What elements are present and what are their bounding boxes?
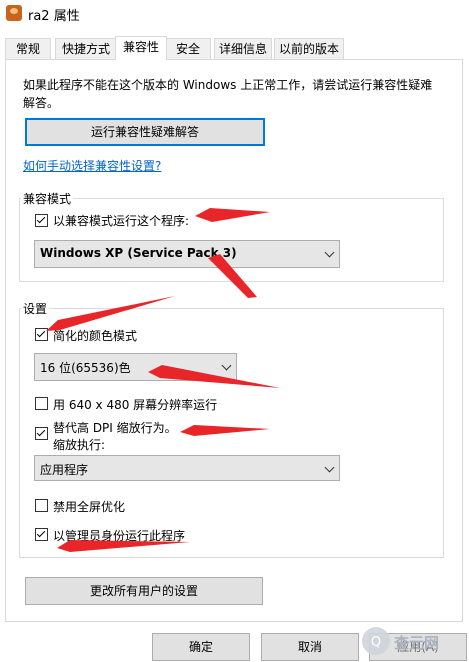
svg-text:Q: Q (371, 635, 381, 650)
watermark: Q 查元网 (358, 623, 458, 659)
change-all-users-button[interactable]: 更改所有用户的设置 (25, 577, 263, 605)
settings-group-label: 设置 (21, 300, 50, 317)
intro-text: 如果此程序不能在这个版本的 Windows 上正常工作，请尝试运行兼容性疑难解答… (23, 78, 433, 110)
dpi-override-checkbox[interactable] (35, 427, 48, 440)
compat-mode-group-label: 兼容模式 (21, 190, 74, 207)
cancel-button[interactable]: 取消 (261, 633, 359, 661)
window-title: ra2 属性 (28, 9, 80, 24)
color-mode-value: 16 位(65536)色 (40, 361, 131, 375)
dpi-override-label-line2: 缩放执行: (53, 438, 106, 452)
chevron-down-icon (221, 360, 232, 371)
chevron-down-icon (324, 247, 335, 258)
run-as-admin-checkbox[interactable] (35, 528, 48, 541)
chevron-down-icon (324, 462, 335, 473)
color-mode-select[interactable]: 16 位(65536)色 (34, 353, 237, 381)
disable-fullscreen-label: 禁用全屏优化 (53, 500, 126, 514)
tab-previous-versions[interactable]: 以前的版本 (274, 38, 344, 59)
manual-settings-link[interactable]: 如何手动选择兼容性设置? (23, 157, 161, 174)
res-640-label: 用 640 x 480 屏幕分辨率运行 (53, 398, 218, 412)
troubleshoot-button[interactable]: 运行兼容性疑难解答 (25, 118, 265, 146)
tab-compatibility[interactable]: 兼容性 (115, 36, 167, 60)
dpi-override-label-line1: 替代高 DPI 缩放行为。 (53, 421, 177, 435)
tab-shortcut[interactable]: 快捷方式 (55, 38, 117, 59)
app-icon (6, 5, 22, 21)
dpi-scaling-value: 应用程序 (40, 463, 89, 477)
tab-details[interactable]: 详细信息 (214, 38, 272, 59)
reduced-color-checkbox[interactable] (35, 328, 48, 341)
watermark-text: 查元网 (394, 634, 440, 652)
reduced-color-label: 简化的颜色模式 (53, 329, 138, 343)
tab-strip: 常规 快捷方式 兼容性 安全 详细信息 以前的版本 (0, 36, 469, 60)
os-version-select[interactable]: Windows XP (Service Pack 3) (34, 240, 340, 268)
compat-mode-checkbox[interactable] (35, 214, 48, 227)
tab-security[interactable]: 安全 (165, 38, 211, 59)
tab-general[interactable]: 常规 (5, 38, 51, 59)
title-bar: ra2 属性 (0, 0, 469, 28)
os-version-value: Windows XP (Service Pack 3) (40, 246, 237, 260)
dpi-scaling-select[interactable]: 应用程序 (34, 455, 340, 481)
compat-mode-label: 以兼容模式运行这个程序: (53, 214, 190, 228)
run-as-admin-label: 以管理员身份运行此程序 (53, 529, 186, 543)
disable-fullscreen-checkbox[interactable] (35, 499, 48, 512)
res-640-checkbox[interactable] (35, 397, 48, 410)
ok-button[interactable]: 确定 (152, 633, 250, 661)
